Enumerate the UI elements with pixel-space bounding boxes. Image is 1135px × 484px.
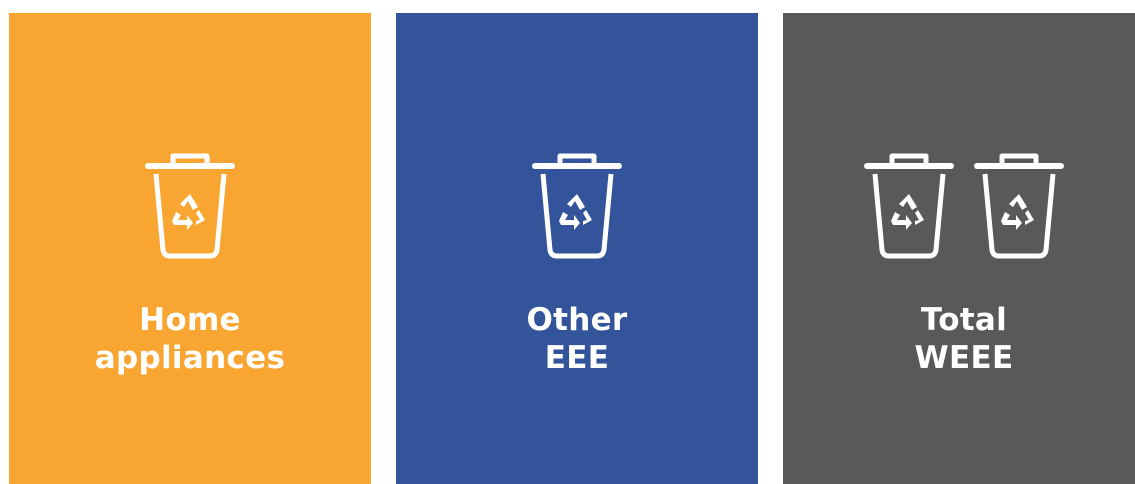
panel-label-line1: Other [526, 302, 628, 338]
panel-label-line2: EEE [544, 340, 610, 376]
panel-label: Total WEEE [783, 301, 1135, 377]
panel-label: Home appliances [9, 301, 371, 377]
panel-label-line1: Home [139, 302, 241, 338]
panel-icons [396, 150, 758, 260]
panel-icons [9, 150, 371, 260]
panel-other-eee: Other EEE [396, 13, 758, 484]
panel-icons [783, 150, 1135, 260]
recycle-bin-icon [142, 150, 238, 260]
panel-label-line2: WEEE [914, 340, 1014, 376]
panel-total-weee: Total WEEE [783, 13, 1135, 484]
recycle-bin-icon [529, 150, 625, 260]
panel-label-line1: Total [920, 302, 1008, 338]
panel-home-appliances: Home appliances [9, 13, 371, 484]
panel-label-line2: appliances [94, 340, 286, 376]
recycle-bin-icon [861, 150, 957, 260]
recycle-bin-icon [971, 150, 1067, 260]
panel-label: Other EEE [396, 301, 758, 377]
